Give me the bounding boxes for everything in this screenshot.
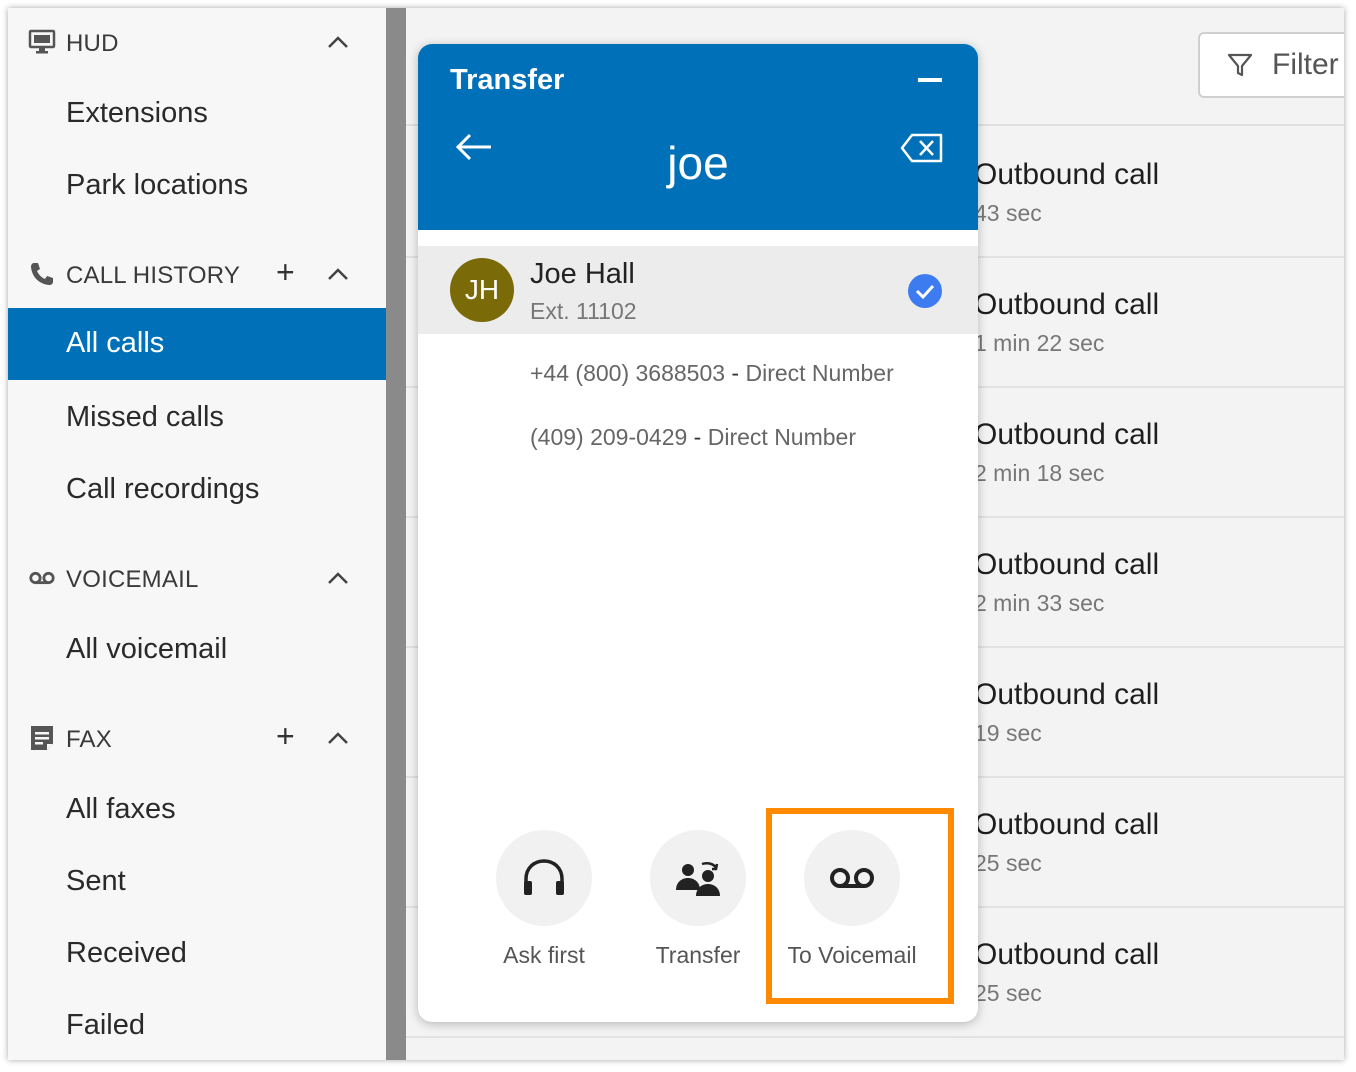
contact-name: Joe Hall [530,258,635,290]
sidebar-item-all-voicemail[interactable]: All voicemail [8,614,386,686]
checkmark-icon [908,274,942,308]
avatar: JH [450,258,514,322]
section-call-history-label: CALL HISTORY [66,262,241,289]
minimize-icon[interactable] [918,78,942,82]
sidebar: HUD Extensions Park locations CALL HISTO… [8,8,386,1060]
section-call-history[interactable]: CALL HISTORY + [8,254,386,294]
sidebar-item-sent[interactable]: Sent [8,846,386,918]
section-voicemail-label: VOICEMAIL [66,566,199,593]
phone-icon [28,260,56,288]
transfer-users-icon [650,830,746,926]
voicemail-icon [28,564,56,592]
sidebar-item-received[interactable]: Received [8,918,386,990]
sidebar-item-missed-calls[interactable]: Missed calls [8,382,386,454]
section-fax-label: FAX [66,726,112,753]
filter-label: Filter [1272,48,1339,81]
chevron-up-icon[interactable] [326,726,350,750]
ask-first-button[interactable]: Ask first [484,830,604,980]
chevron-up-icon[interactable] [326,566,350,590]
sidebar-item-failed[interactable]: Failed [8,990,386,1060]
contact-extension: Ext. 11102 [530,298,637,324]
section-hud-label: HUD [66,30,119,57]
sidebar-divider [386,8,406,1060]
add-call-history-button[interactable]: + [276,256,295,288]
phone-number-option[interactable]: +44 (800) 3688503 - Direct Number [530,360,894,387]
voicemail-highlight-box [766,808,954,1004]
transfer-button[interactable]: Transfer [638,830,758,980]
section-fax[interactable]: FAX + [8,718,386,758]
filter-button[interactable]: Filter [1198,32,1344,98]
chevron-up-icon[interactable] [326,262,350,286]
app-window: HUD Extensions Park locations CALL HISTO… [8,8,1344,1060]
headphones-icon [496,830,592,926]
chevron-up-icon[interactable] [326,30,350,54]
sidebar-item-call-recordings[interactable]: Call recordings [8,454,386,526]
section-voicemail[interactable]: VOICEMAIL [8,558,386,598]
contact-result[interactable]: JH Joe Hall Ext. 11102 [418,246,978,334]
filter-icon [1227,53,1253,77]
transfer-title: Transfer [450,64,565,96]
phone-number-option[interactable]: (409) 209-0429 - Direct Number [530,424,856,451]
add-fax-button[interactable]: + [276,720,295,752]
sidebar-item-park-locations[interactable]: Park locations [8,150,386,222]
backspace-icon[interactable] [900,132,944,164]
fax-icon [28,724,56,752]
transfer-header: Transfer joe [418,44,978,230]
sidebar-item-all-faxes[interactable]: All faxes [8,774,386,846]
section-hud[interactable]: HUD [8,22,386,62]
search-query[interactable]: joe [418,136,978,190]
monitor-icon [28,28,56,56]
sidebar-item-extensions[interactable]: Extensions [8,78,386,150]
sidebar-item-all-calls[interactable]: All calls [8,308,386,380]
